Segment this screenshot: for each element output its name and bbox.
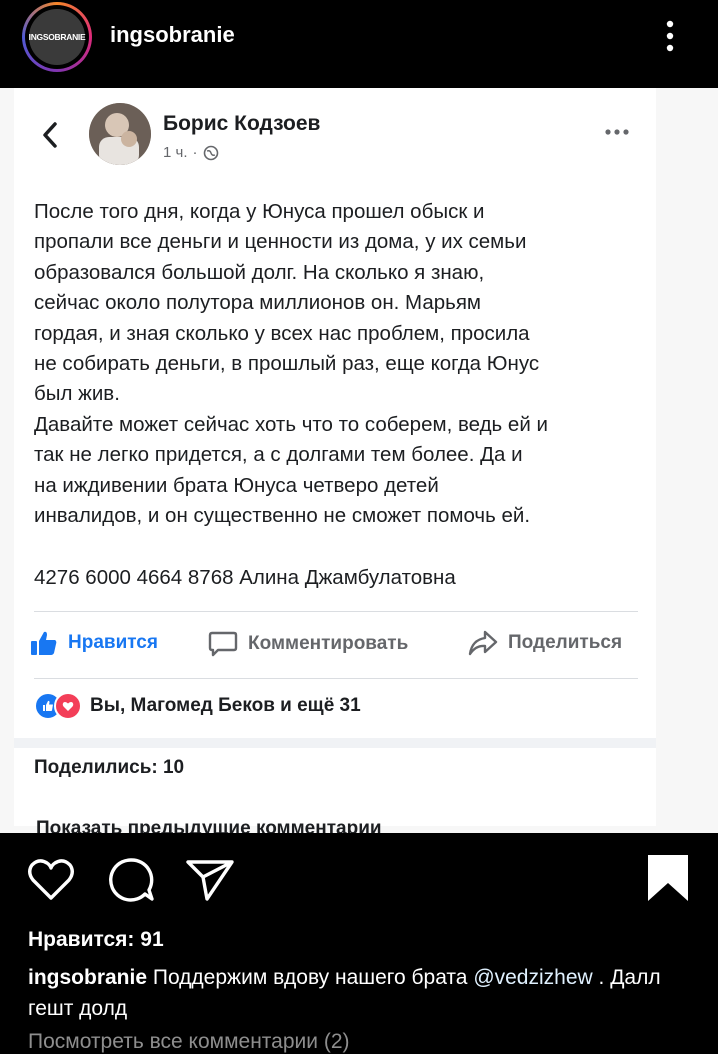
comment-label: Комментировать [248,633,409,654]
caption-username[interactable]: ingsobranie [28,966,147,989]
author-avatar [89,103,151,165]
caption-mention[interactable]: @vedzizhew [473,966,592,989]
comment-bubble-icon[interactable] [107,857,155,903]
author-name: Борис Кодзоев [163,112,321,135]
reactions-summary: Вы, Магомед Беков и ещё 31 [34,692,361,720]
reactions-text: Вы, Магомед Беков и ещё 31 [90,695,361,716]
post-body-text: После того дня, когда у Юнуса прошел обы… [34,200,548,528]
post-meta: 1 ч. · [163,144,219,161]
post-username[interactable]: ingsobranie [110,22,235,48]
post-card-details: 4276 6000 4664 8768 Алина Джамбулатовна [34,566,456,589]
heart-icon[interactable] [27,858,75,902]
divider [34,678,638,679]
caption-text: Поддержим вдову нашего брата [147,966,474,989]
thumbs-up-icon [31,631,57,655]
post-caption: ingsobranie Поддержим вдову нашего брата… [28,962,688,1024]
likes-count[interactable]: Нравится: 91 [28,928,164,952]
share-action: Поделиться [468,630,622,656]
post-time: 1 ч. [163,144,188,161]
more-vertical-icon[interactable] [660,18,680,54]
section-separator [14,738,656,748]
comment-action: Комментировать [208,630,408,658]
view-all-comments[interactable]: Посмотреть все комментарии (2) [28,1030,350,1054]
post-image[interactable]: Борис Кодзоев 1 ч. · После того дня, ког… [0,88,718,833]
more-horizontal-icon [605,129,629,135]
show-previous-comments: Показать предыдущие комментарии [36,818,382,833]
bookmark-icon[interactable] [646,853,690,903]
share-arrow-icon [468,630,498,656]
ig-post-header: INGSOBRANIE ingsobranie [0,0,718,88]
send-paper-plane-icon[interactable] [185,858,235,902]
divider [34,611,638,612]
love-reaction-icon [54,692,82,720]
like-action: Нравится [30,630,158,656]
share-label: Поделиться [508,632,623,653]
comment-icon [208,631,238,657]
shares-count: Поделились: 10 [34,757,185,778]
globe-icon [203,145,218,160]
avatar-logo-text: INGSOBRANIE [28,32,86,42]
ig-action-bar [0,833,718,928]
like-label: Нравится [68,632,158,653]
profile-avatar[interactable]: INGSOBRANIE [22,2,92,72]
meta-separator: · [192,144,198,161]
back-arrow-icon [43,122,57,148]
